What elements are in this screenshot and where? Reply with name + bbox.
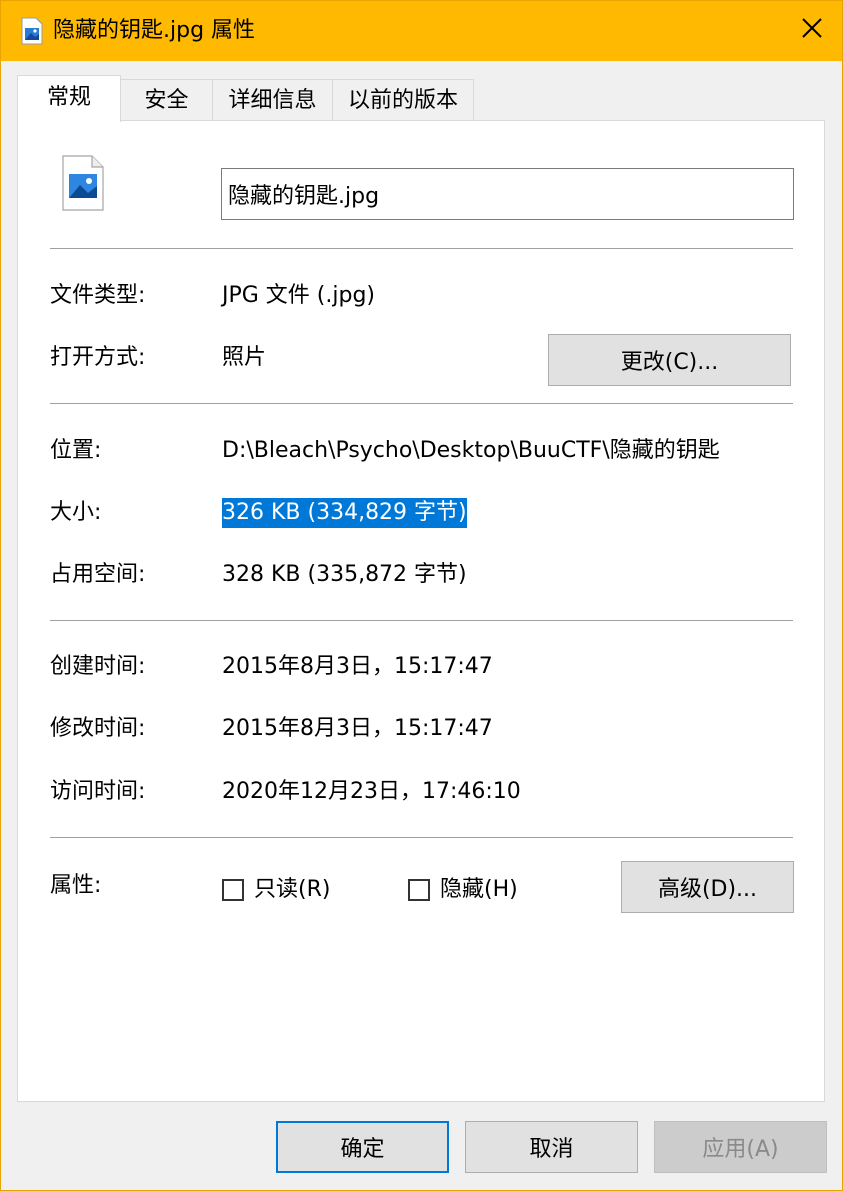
properties-dialog: 隐藏的钥匙.jpg 属性 常规 安全 详细信息 以前的版本 文件 xyxy=(0,0,843,1191)
image-file-icon xyxy=(21,17,43,45)
separator xyxy=(50,248,793,249)
accessed-value: 2020年12月23日，17:46:10 xyxy=(222,779,521,804)
size-on-disk-label: 占用空间: xyxy=(50,562,146,587)
general-tab-panel: 文件类型: JPG 文件 (.jpg) 打开方式: 照片 更改(C)... 位置… xyxy=(17,120,825,1102)
separator xyxy=(50,620,793,621)
tab-security[interactable]: 安全 xyxy=(120,79,213,121)
created-value: 2015年8月3日，15:17:47 xyxy=(222,654,493,679)
location-value: D:\Bleach\Psycho\Desktop\BuuCTF\隐藏的钥匙 xyxy=(222,438,720,463)
readonly-checkbox[interactable]: 只读(R) xyxy=(222,875,330,905)
separator xyxy=(50,837,793,838)
advanced-button[interactable]: 高级(D)... xyxy=(621,861,794,913)
modified-label: 修改时间: xyxy=(50,716,146,741)
location-label: 位置: xyxy=(50,438,102,463)
readonly-label: 只读(R) xyxy=(254,877,331,902)
size-label: 大小: xyxy=(50,500,102,525)
size-on-disk-value: 328 KB (335,872 字节) xyxy=(222,562,467,587)
modified-value: 2015年8月3日，15:17:47 xyxy=(222,716,493,741)
separator xyxy=(50,403,793,404)
window-title: 隐藏的钥匙.jpg 属性 xyxy=(53,18,256,43)
checkbox-box[interactable] xyxy=(408,879,430,901)
tab-details[interactable]: 详细信息 xyxy=(212,79,333,121)
open-with-label: 打开方式: xyxy=(50,345,146,370)
image-file-icon xyxy=(62,155,104,217)
open-with-value: 照片 xyxy=(222,345,267,370)
checkbox-box[interactable] xyxy=(222,879,244,901)
created-label: 创建时间: xyxy=(50,654,146,679)
size-value[interactable]: 326 KB (334,829 字节) xyxy=(222,498,467,528)
file-name-field[interactable] xyxy=(221,168,794,220)
tab-previous-versions[interactable]: 以前的版本 xyxy=(332,79,474,121)
hidden-checkbox[interactable]: 隐藏(H) xyxy=(408,875,518,905)
title-bar: 隐藏的钥匙.jpg 属性 xyxy=(1,1,842,61)
cancel-button[interactable]: 取消 xyxy=(465,1121,638,1173)
close-icon xyxy=(801,17,823,45)
tab-general[interactable]: 常规 xyxy=(17,75,121,122)
file-type-value: JPG 文件 (.jpg) xyxy=(222,283,375,308)
close-button[interactable] xyxy=(782,1,842,61)
attributes-label: 属性: xyxy=(50,873,102,898)
accessed-label: 访问时间: xyxy=(50,779,146,804)
change-button[interactable]: 更改(C)... xyxy=(548,334,791,386)
apply-button[interactable]: 应用(A) xyxy=(654,1121,827,1173)
file-type-label: 文件类型: xyxy=(50,283,146,308)
ok-button[interactable]: 确定 xyxy=(276,1121,449,1173)
hidden-label: 隐藏(H) xyxy=(440,877,518,902)
